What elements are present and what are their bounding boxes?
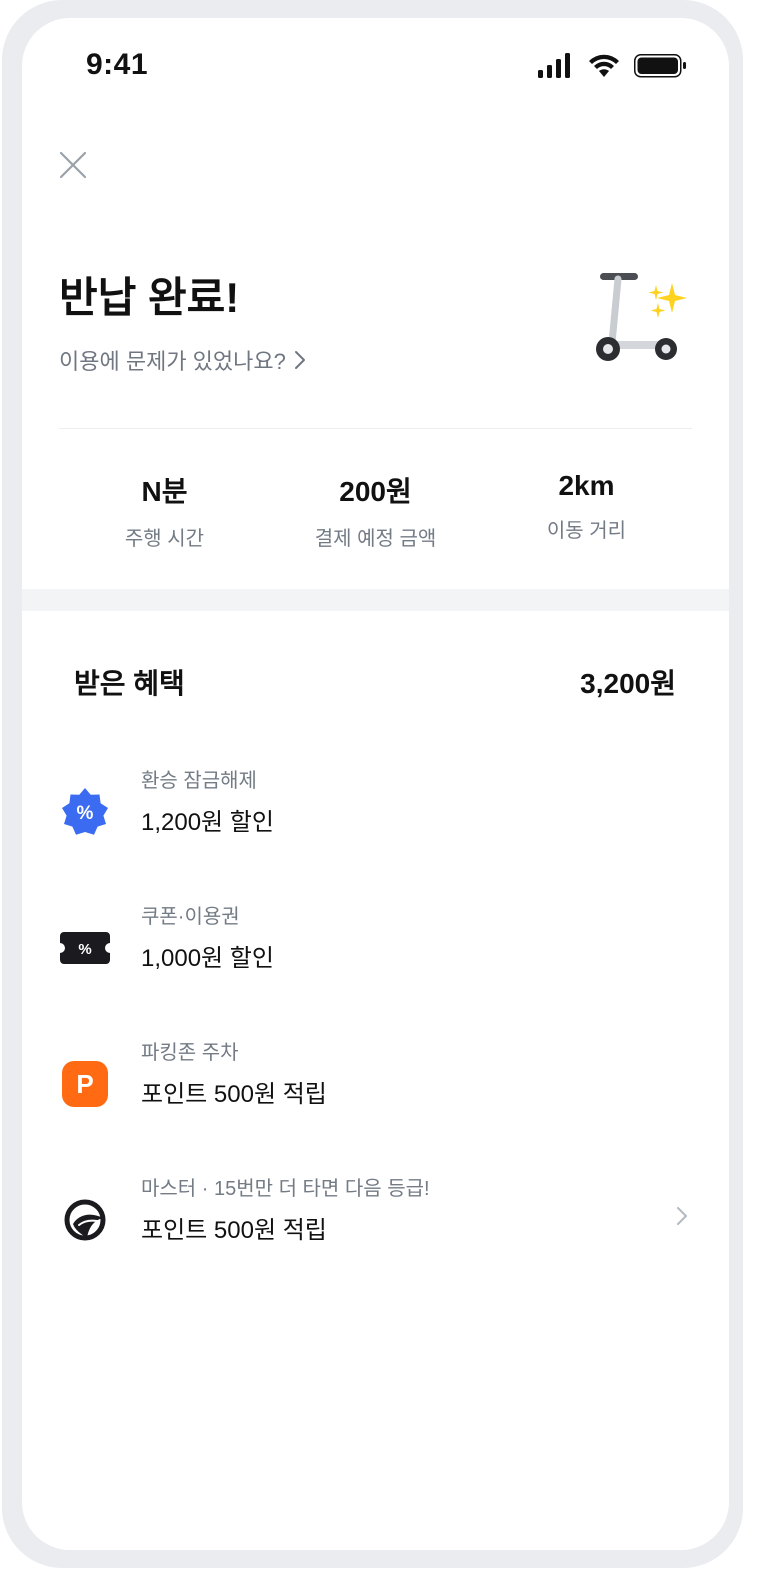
benefit-main: 1,000원 할인 — [141, 945, 274, 972]
report-problem-link[interactable]: 이용에 문제가 있었나요? — [59, 344, 306, 376]
battery-icon — [634, 54, 686, 78]
parking-icon: P — [62, 1061, 108, 1107]
stat-ride-time: N분 주행 시간 — [59, 470, 270, 551]
svg-text:P: P — [76, 1069, 93, 1099]
benefit-sub: 파킹존 주차 — [141, 1042, 239, 1064]
benefits-title: 받은 혜택 — [74, 668, 185, 699]
benefit-sub: 환승 잠금해제 — [141, 770, 257, 792]
benefits-total: 3,200원 — [580, 668, 676, 699]
status-time: 9:41 — [86, 48, 149, 81]
benefit-sub: 쿠폰·이용권 — [141, 906, 240, 928]
svg-text:%: % — [78, 941, 91, 958]
close-icon[interactable] — [58, 150, 88, 180]
benefit-item-grade[interactable]: 마스터 · 15번만 더 타면 다음 등급! 포인트 500원 적립 — [59, 1172, 692, 1272]
benefit-sub: 마스터 · 15번만 더 타면 다음 등급! — [141, 1178, 430, 1200]
chevron-right-icon — [294, 351, 305, 369]
screen: 9:41 반납 완료! 이용에 문제가 있었나요? N분 주행 시간 200원 … — [22, 18, 729, 1550]
ride-stats: N분 주행 시간 200원 결제 예정 금액 2km 이동 거리 — [59, 470, 692, 551]
page-title: 반납 완료! — [59, 274, 240, 321]
percent-badge-icon: % — [62, 788, 108, 835]
wifi-icon — [589, 54, 619, 77]
stat-value: 200원 — [339, 476, 412, 507]
stat-distance: 2km 이동 거리 — [481, 470, 692, 551]
stat-label: 결제 예정 금액 — [314, 528, 437, 550]
benefit-item-coupon: % 쿠폰·이용권 1,000원 할인 — [59, 900, 692, 1000]
master-grade-icon — [64, 1199, 106, 1241]
svg-text:%: % — [77, 803, 94, 824]
section-separator — [22, 589, 729, 611]
stat-label: 주행 시간 — [124, 528, 205, 550]
device-frame: 9:41 반납 완료! 이용에 문제가 있었나요? N분 주행 시간 200원 … — [2, 0, 743, 1568]
coupon-ticket-icon: % — [60, 932, 110, 964]
scooter-illustration — [596, 273, 687, 361]
benefit-main: 1,200원 할인 — [141, 809, 274, 836]
benefit-main: 포인트 500원 적립 — [141, 1217, 327, 1244]
stat-label: 이동 거리 — [546, 520, 627, 542]
stat-value: N분 — [141, 476, 188, 507]
report-problem-label: 이용에 문제가 있었나요? — [59, 349, 286, 374]
chevron-right-icon[interactable] — [672, 1202, 692, 1230]
benefit-item-transfer: % 환승 잠금해제 1,200원 할인 — [59, 764, 692, 864]
stat-payment: 200원 결제 예정 금액 — [270, 470, 481, 551]
benefit-item-parking: P 파킹존 주차 포인트 500원 적립 — [59, 1036, 692, 1136]
signal-icon — [538, 53, 570, 78]
divider — [59, 428, 692, 429]
scooter-icon — [596, 273, 677, 361]
stat-value: 2km — [558, 470, 615, 501]
status-icons — [538, 53, 686, 78]
benefit-main: 포인트 500원 적립 — [141, 1081, 327, 1108]
sparkle-icon — [648, 283, 687, 318]
